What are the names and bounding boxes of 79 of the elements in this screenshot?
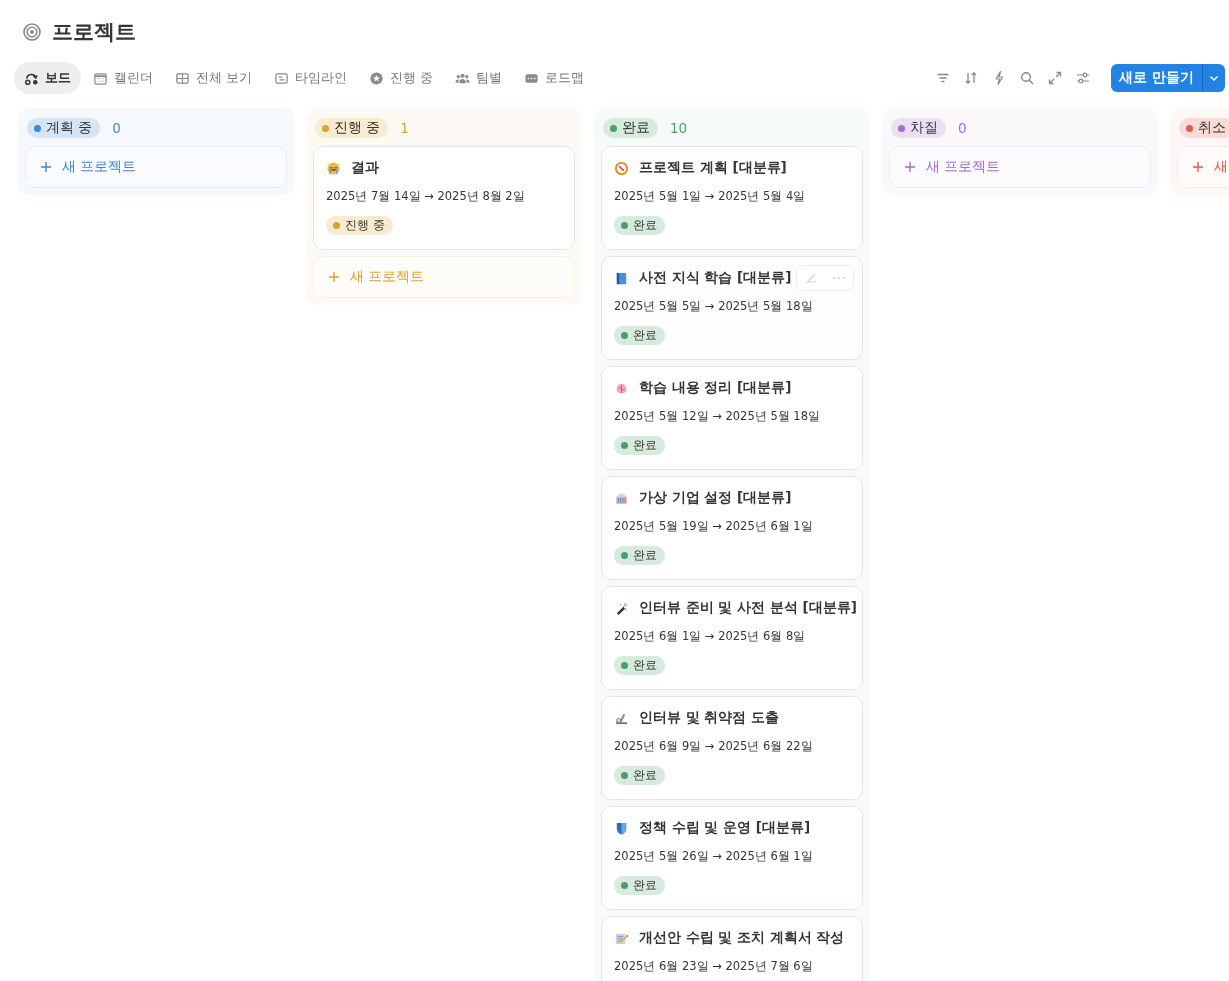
- status-tag: 완료: [614, 436, 665, 455]
- item-count: 0: [958, 120, 967, 136]
- date-range: 2025년 5월 12일 → 2025년 5월 18일: [614, 409, 821, 424]
- card-title: 정책 수립 및 운영 [대분류]: [639, 819, 811, 837]
- status-label: 계획 중: [27, 118, 101, 138]
- project-card[interactable]: 학습 내용 정리 [대분류] 2025년 5월 12일 → 2025년 5월 18일 완료: [601, 366, 863, 470]
- timeline-icon: [274, 70, 290, 86]
- project-card[interactable]: 인터뷰 준비 및 사전 분석 [대분류] 2025년 6월 1일 → 2025년 6월 8일 완료: [601, 586, 863, 690]
- card-title: 프로젝트 계획 [대분류]: [639, 159, 787, 177]
- card-title: 인터뷰 준비 및 사전 분석 [대분류]: [639, 599, 857, 617]
- plus-icon: [904, 161, 916, 173]
- new-project-button[interactable]: 새 프로젝트: [25, 146, 287, 188]
- status-dot: [621, 332, 628, 339]
- item-count: 1: [400, 120, 409, 136]
- view-tab[interactable]: 타임라인: [264, 62, 358, 94]
- project-card[interactable]: 개선안 수립 및 조치 계획서 작성 2025년 6월 23일 → 2025년 7월 6일: [601, 916, 863, 981]
- page-title: 프로젝트: [52, 19, 136, 46]
- table-icon: [175, 70, 190, 86]
- date-range: 2025년 5월 5일 → 2025년 5월 18일: [614, 299, 814, 314]
- item-count: 10: [670, 120, 688, 136]
- status-tag: 완료: [614, 216, 665, 235]
- plus-icon: [40, 161, 52, 173]
- view-tab[interactable]: 보드: [14, 62, 81, 94]
- project-icon: [614, 270, 629, 286]
- view-tab[interactable]: 캘린더: [83, 62, 163, 94]
- status-dot: [621, 552, 628, 559]
- status-dot: [621, 662, 628, 669]
- status-label: 차질: [891, 118, 946, 138]
- card-title: 학습 내용 정리 [대분류]: [639, 379, 792, 397]
- status-dot: [621, 772, 628, 779]
- project-icon: [614, 490, 629, 506]
- project-card[interactable]: 가상 기업 설정 [대분류] 2025년 5월 19일 → 2025년 6월 1일 완료: [601, 476, 863, 580]
- status-dot: [621, 442, 628, 449]
- project-card[interactable]: 결과 2025년 7월 14일 → 2025년 8월 2일 진행 중: [313, 146, 575, 250]
- project-card[interactable]: 정책 수립 및 운영 [대분류] 2025년 5월 26일 → 2025년 6월 1일 완료: [601, 806, 863, 910]
- status-tag: 완료: [614, 656, 665, 675]
- date-range: 2025년 6월 23일 → 2025년 7월 6일: [614, 959, 814, 974]
- status-dot: [333, 222, 340, 229]
- card-title: 개선안 수립 및 조치 계획서 작성: [639, 929, 845, 947]
- project-icon: [614, 160, 629, 176]
- expand-icon[interactable]: [1047, 70, 1064, 86]
- target-icon: [22, 22, 42, 42]
- plus-icon: [1192, 161, 1204, 173]
- date-range: 2025년 7월 14일 → 2025년 8월 2일: [326, 189, 526, 204]
- status-tag: 완료: [614, 876, 665, 895]
- calendar-icon: [93, 70, 108, 86]
- project-icon: [614, 600, 629, 616]
- date-range: 2025년 5월 26일 → 2025년 6월 1일: [614, 849, 814, 864]
- card-title: 인터뷰 및 취약점 도출: [639, 709, 780, 727]
- status-label: 진행 중: [315, 118, 389, 138]
- card-title: 가상 기업 설정 [대분류]: [639, 489, 792, 507]
- card-title: 사전 지식 학습 [대분류]: [639, 269, 792, 287]
- status-dot: [621, 222, 628, 229]
- status-tag: 완료: [614, 326, 665, 345]
- card-title: 결과: [351, 159, 379, 177]
- date-range: 2025년 5월 1일 → 2025년 5월 4일: [614, 189, 807, 204]
- status-tag: 진행 중: [326, 216, 393, 235]
- date-range: 2025년 6월 1일 → 2025년 6월 8일: [614, 629, 807, 644]
- project-card[interactable]: 프로젝트 계획 [대분류] 2025년 5월 1일 → 2025년 5월 4일 완료: [601, 146, 863, 250]
- status-dot: [621, 882, 628, 889]
- project-icon: [614, 820, 629, 836]
- settings-icon[interactable]: [1075, 70, 1092, 86]
- view-tab[interactable]: 진행 중: [359, 62, 444, 94]
- view-tab[interactable]: 로드맵: [514, 62, 595, 94]
- status-label: 취소: [1179, 118, 1229, 138]
- status-tag: 완료: [614, 766, 665, 785]
- item-count: 0: [112, 120, 121, 136]
- date-range: 2025년 5월 19일 → 2025년 6월 1일: [614, 519, 814, 534]
- plus-icon: [328, 271, 340, 283]
- new-project-button[interactable]: 새 프로젝트: [889, 146, 1151, 188]
- date-range: 2025년 6월 9일 → 2025년 6월 22일: [614, 739, 814, 754]
- view-tab[interactable]: 전체 보기: [165, 62, 263, 94]
- view-tab[interactable]: 팀별: [445, 62, 513, 94]
- status-label: 완료: [603, 118, 658, 138]
- new-project-button[interactable]: 새: [1177, 146, 1229, 188]
- project-icon: [326, 160, 341, 176]
- status-tag: 완료: [614, 546, 665, 565]
- search-icon[interactable]: [1019, 70, 1036, 86]
- project-card[interactable]: 인터뷰 및 취약점 도출 2025년 6월 9일 → 2025년 6월 22일 완료: [601, 696, 863, 800]
